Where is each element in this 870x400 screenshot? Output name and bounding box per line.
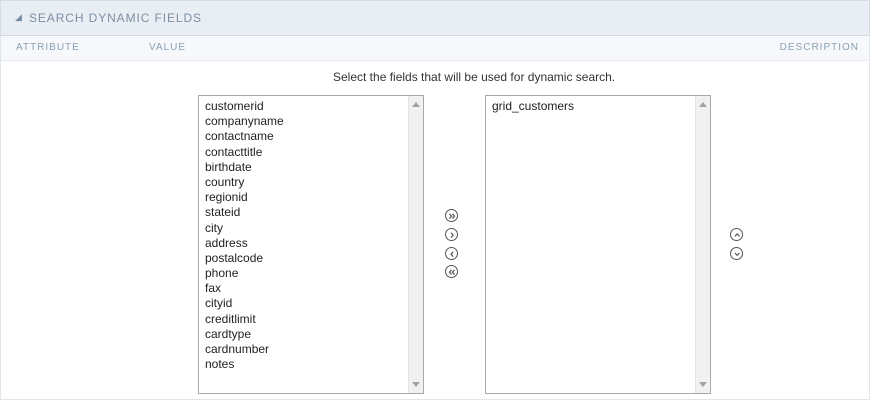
remove-field-button[interactable]	[445, 247, 458, 260]
selected-fields-listbox[interactable]: grid_customers	[485, 95, 711, 394]
available-fields-list: customerid companyname contactname contactt…	[205, 99, 284, 372]
available-field-option[interactable]: birthdate	[205, 160, 284, 175]
available-field-option[interactable]: creditlimit	[205, 312, 284, 327]
available-field-option[interactable]: companyname	[205, 114, 284, 129]
available-field-option[interactable]: cardnumber	[205, 342, 284, 357]
column-header-bar: ATTRIBUTE VALUE DESCRIPTION	[0, 36, 870, 61]
available-fields-scrollbar[interactable]	[408, 96, 423, 393]
available-field-option[interactable]: fax	[205, 281, 284, 296]
attribute-column-header: ATTRIBUTE	[16, 42, 80, 53]
scroll-up-arrow-icon[interactable]	[699, 102, 707, 107]
scroll-down-arrow-icon[interactable]	[412, 382, 420, 387]
move-up-button[interactable]	[730, 228, 743, 241]
available-field-option[interactable]: address	[205, 236, 284, 251]
chevron-down-icon	[734, 252, 740, 257]
value-column-header: VALUE	[149, 42, 187, 53]
chevron-up-icon	[734, 233, 740, 237]
add-field-button[interactable]	[445, 228, 458, 241]
chevron-left-icon	[450, 251, 454, 258]
available-field-option[interactable]: postalcode	[205, 251, 284, 266]
available-field-option[interactable]: cityid	[205, 296, 284, 311]
available-field-option[interactable]: contacttitle	[205, 145, 284, 160]
available-field-option[interactable]: contactname	[205, 129, 284, 144]
available-field-option[interactable]: notes	[205, 357, 284, 372]
available-field-option[interactable]: cardtype	[205, 327, 284, 342]
available-fields-listbox[interactable]: customerid companyname contactname contactt…	[198, 95, 424, 394]
double-chevron-right-icon	[449, 213, 456, 219]
selected-fields-list: grid_customers	[492, 99, 574, 114]
panel-title: SEARCH DYNAMIC FIELDS	[29, 11, 202, 25]
selected-field-option[interactable]: grid_customers	[492, 99, 574, 114]
available-field-option[interactable]: phone	[205, 266, 284, 281]
available-field-option[interactable]: regionid	[205, 190, 284, 205]
description-column-header: DESCRIPTION	[779, 42, 859, 53]
move-down-button[interactable]	[730, 247, 743, 260]
panel-header[interactable]: ◢ SEARCH DYNAMIC FIELDS	[0, 0, 870, 36]
scroll-down-arrow-icon[interactable]	[699, 382, 707, 387]
available-field-option[interactable]: country	[205, 175, 284, 190]
chevron-right-icon	[450, 232, 455, 239]
double-chevron-left-icon	[448, 269, 455, 275]
remove-all-fields-button[interactable]	[445, 265, 458, 278]
add-all-fields-button[interactable]	[445, 209, 458, 222]
collapse-triangle-icon[interactable]: ◢	[15, 13, 24, 22]
available-field-option[interactable]: city	[205, 221, 284, 236]
instruction-text: Select the fields that will be used for …	[333, 70, 616, 84]
available-field-option[interactable]: customerid	[205, 99, 284, 114]
available-field-option[interactable]: stateid	[205, 205, 284, 220]
scroll-up-arrow-icon[interactable]	[412, 102, 420, 107]
selected-fields-scrollbar[interactable]	[695, 96, 710, 393]
